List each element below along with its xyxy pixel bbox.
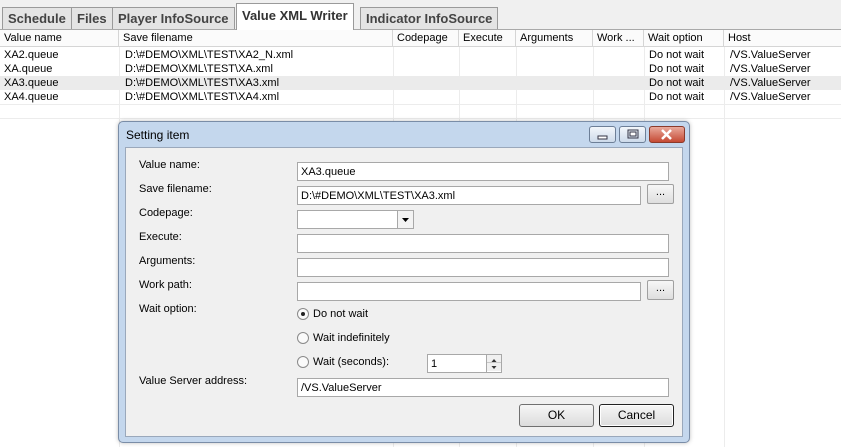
table-row[interactable]: XA2.queue D:\#DEMO\XML\TEST\XA2_N.xml Do…	[0, 48, 841, 62]
radio-do-not-wait[interactable]: Do not wait	[297, 307, 447, 323]
cell-value-name: XA4.queue	[4, 91, 59, 103]
grid-line	[0, 118, 841, 119]
radio-label: Wait indefinitely	[313, 332, 390, 344]
label-save-filename: Save filename:	[139, 183, 212, 195]
spin-up-icon[interactable]	[487, 355, 501, 363]
cell-value-name: XA3.queue	[4, 77, 59, 89]
cell-host: /VS.ValueServer	[730, 49, 811, 61]
table-row-selected[interactable]: XA3.queue D:\#DEMO\XML\TEST\XA3.xml Do n…	[0, 76, 841, 90]
dialog-titlebar[interactable]: Setting item	[119, 122, 689, 147]
grid-line	[0, 104, 841, 105]
save-filename-input[interactable]: D:\#DEMO\XML\TEST\XA3.xml	[297, 186, 641, 205]
radio-button[interactable]	[297, 308, 309, 320]
column-header-value-name[interactable]: Value name	[0, 30, 119, 47]
tab-indicator-infosource[interactable]: Indicator InfoSource	[360, 7, 499, 29]
cancel-button[interactable]: Cancel	[599, 404, 674, 427]
dialog-body: Value name: XA3.queue Save filename: D:\…	[125, 147, 683, 437]
column-header-work[interactable]: Work ...	[593, 30, 644, 47]
cell-wait-option: Do not wait	[649, 77, 705, 89]
column-header-wait-option[interactable]: Wait option	[644, 30, 724, 47]
server-address-input[interactable]: /VS.ValueServer	[297, 378, 669, 397]
cell-wait-option: Do not wait	[649, 49, 705, 61]
setting-item-dialog: Setting item Value name: XA3.queue Save …	[118, 121, 690, 443]
tab-value-xml-writer[interactable]: Value XML Writer	[236, 3, 354, 30]
stepper-buttons	[486, 355, 501, 372]
minimize-button[interactable]	[589, 126, 616, 143]
radio-wait-indefinitely[interactable]: Wait indefinitely	[297, 331, 447, 347]
cell-host: /VS.ValueServer	[730, 77, 811, 89]
tab-files[interactable]: Files	[71, 7, 113, 29]
value-name-input[interactable]: XA3.queue	[297, 162, 669, 181]
cell-wait-option: Do not wait	[649, 91, 705, 103]
cell-save-filename: D:\#DEMO\XML\TEST\XA4.xml	[125, 91, 280, 103]
wait-seconds-stepper[interactable]: 1	[427, 354, 502, 373]
execute-input[interactable]	[297, 234, 669, 253]
dialog-title: Setting item	[126, 128, 190, 142]
ok-button[interactable]: OK	[519, 404, 594, 427]
work-path-input[interactable]	[297, 282, 641, 301]
cell-host: /VS.ValueServer	[730, 63, 811, 75]
maximize-button[interactable]	[619, 126, 646, 143]
radio-button[interactable]	[297, 356, 309, 368]
browse-save-filename-button[interactable]: ...	[647, 184, 674, 204]
codepage-select[interactable]	[297, 210, 414, 229]
close-icon	[661, 129, 672, 140]
wait-seconds-value: 1	[431, 358, 438, 370]
tab-schedule[interactable]: Schedule	[2, 7, 72, 29]
radio-button[interactable]	[297, 332, 309, 344]
label-work-path: Work path:	[139, 279, 192, 291]
label-execute: Execute:	[139, 231, 182, 243]
grid-line	[724, 47, 725, 447]
minimize-icon	[597, 135, 608, 140]
column-header-execute[interactable]: Execute	[459, 30, 516, 47]
cell-save-filename: D:\#DEMO\XML\TEST\XA2_N.xml	[125, 49, 294, 61]
column-header-host[interactable]: Host	[724, 30, 841, 47]
radio-selected-dot	[301, 312, 305, 316]
cell-save-filename: D:\#DEMO\XML\TEST\XA.xml	[125, 63, 273, 75]
tab-bar: Schedule Files Player InfoSource Value X…	[0, 0, 841, 30]
label-arguments: Arguments:	[139, 255, 196, 267]
cell-value-name: XA2.queue	[4, 49, 59, 61]
cell-wait-option: Do not wait	[649, 63, 705, 75]
close-button[interactable]	[649, 126, 685, 143]
radio-label: Wait (seconds):	[313, 356, 390, 368]
chevron-down-icon[interactable]	[397, 211, 413, 228]
label-wait-option: Wait option:	[139, 303, 197, 315]
restore-icon	[627, 129, 639, 139]
radio-label: Do not wait	[313, 308, 369, 320]
grid-header: Value name Save filename Codepage Execut…	[0, 30, 841, 47]
table-row[interactable]: XA.queue D:\#DEMO\XML\TEST\XA.xml Do not…	[0, 62, 841, 76]
radio-wait-seconds[interactable]: Wait (seconds):	[297, 355, 417, 371]
column-header-save-filename[interactable]: Save filename	[119, 30, 393, 47]
tab-player-infosource[interactable]: Player InfoSource	[112, 7, 235, 29]
spin-down-icon[interactable]	[487, 363, 501, 371]
table-row[interactable]: XA4.queue D:\#DEMO\XML\TEST\XA4.xml Do n…	[0, 90, 841, 104]
column-header-arguments[interactable]: Arguments	[516, 30, 593, 47]
cell-save-filename: D:\#DEMO\XML\TEST\XA3.xml	[125, 77, 280, 89]
browse-work-path-button[interactable]: ...	[647, 280, 674, 300]
cell-host: /VS.ValueServer	[730, 91, 811, 103]
column-header-codepage[interactable]: Codepage	[393, 30, 459, 47]
label-value-name: Value name:	[139, 159, 200, 171]
arguments-input[interactable]	[297, 258, 669, 277]
label-codepage: Codepage:	[139, 207, 193, 219]
label-server-address: Value Server address:	[139, 375, 248, 387]
cell-value-name: XA.queue	[4, 63, 53, 75]
